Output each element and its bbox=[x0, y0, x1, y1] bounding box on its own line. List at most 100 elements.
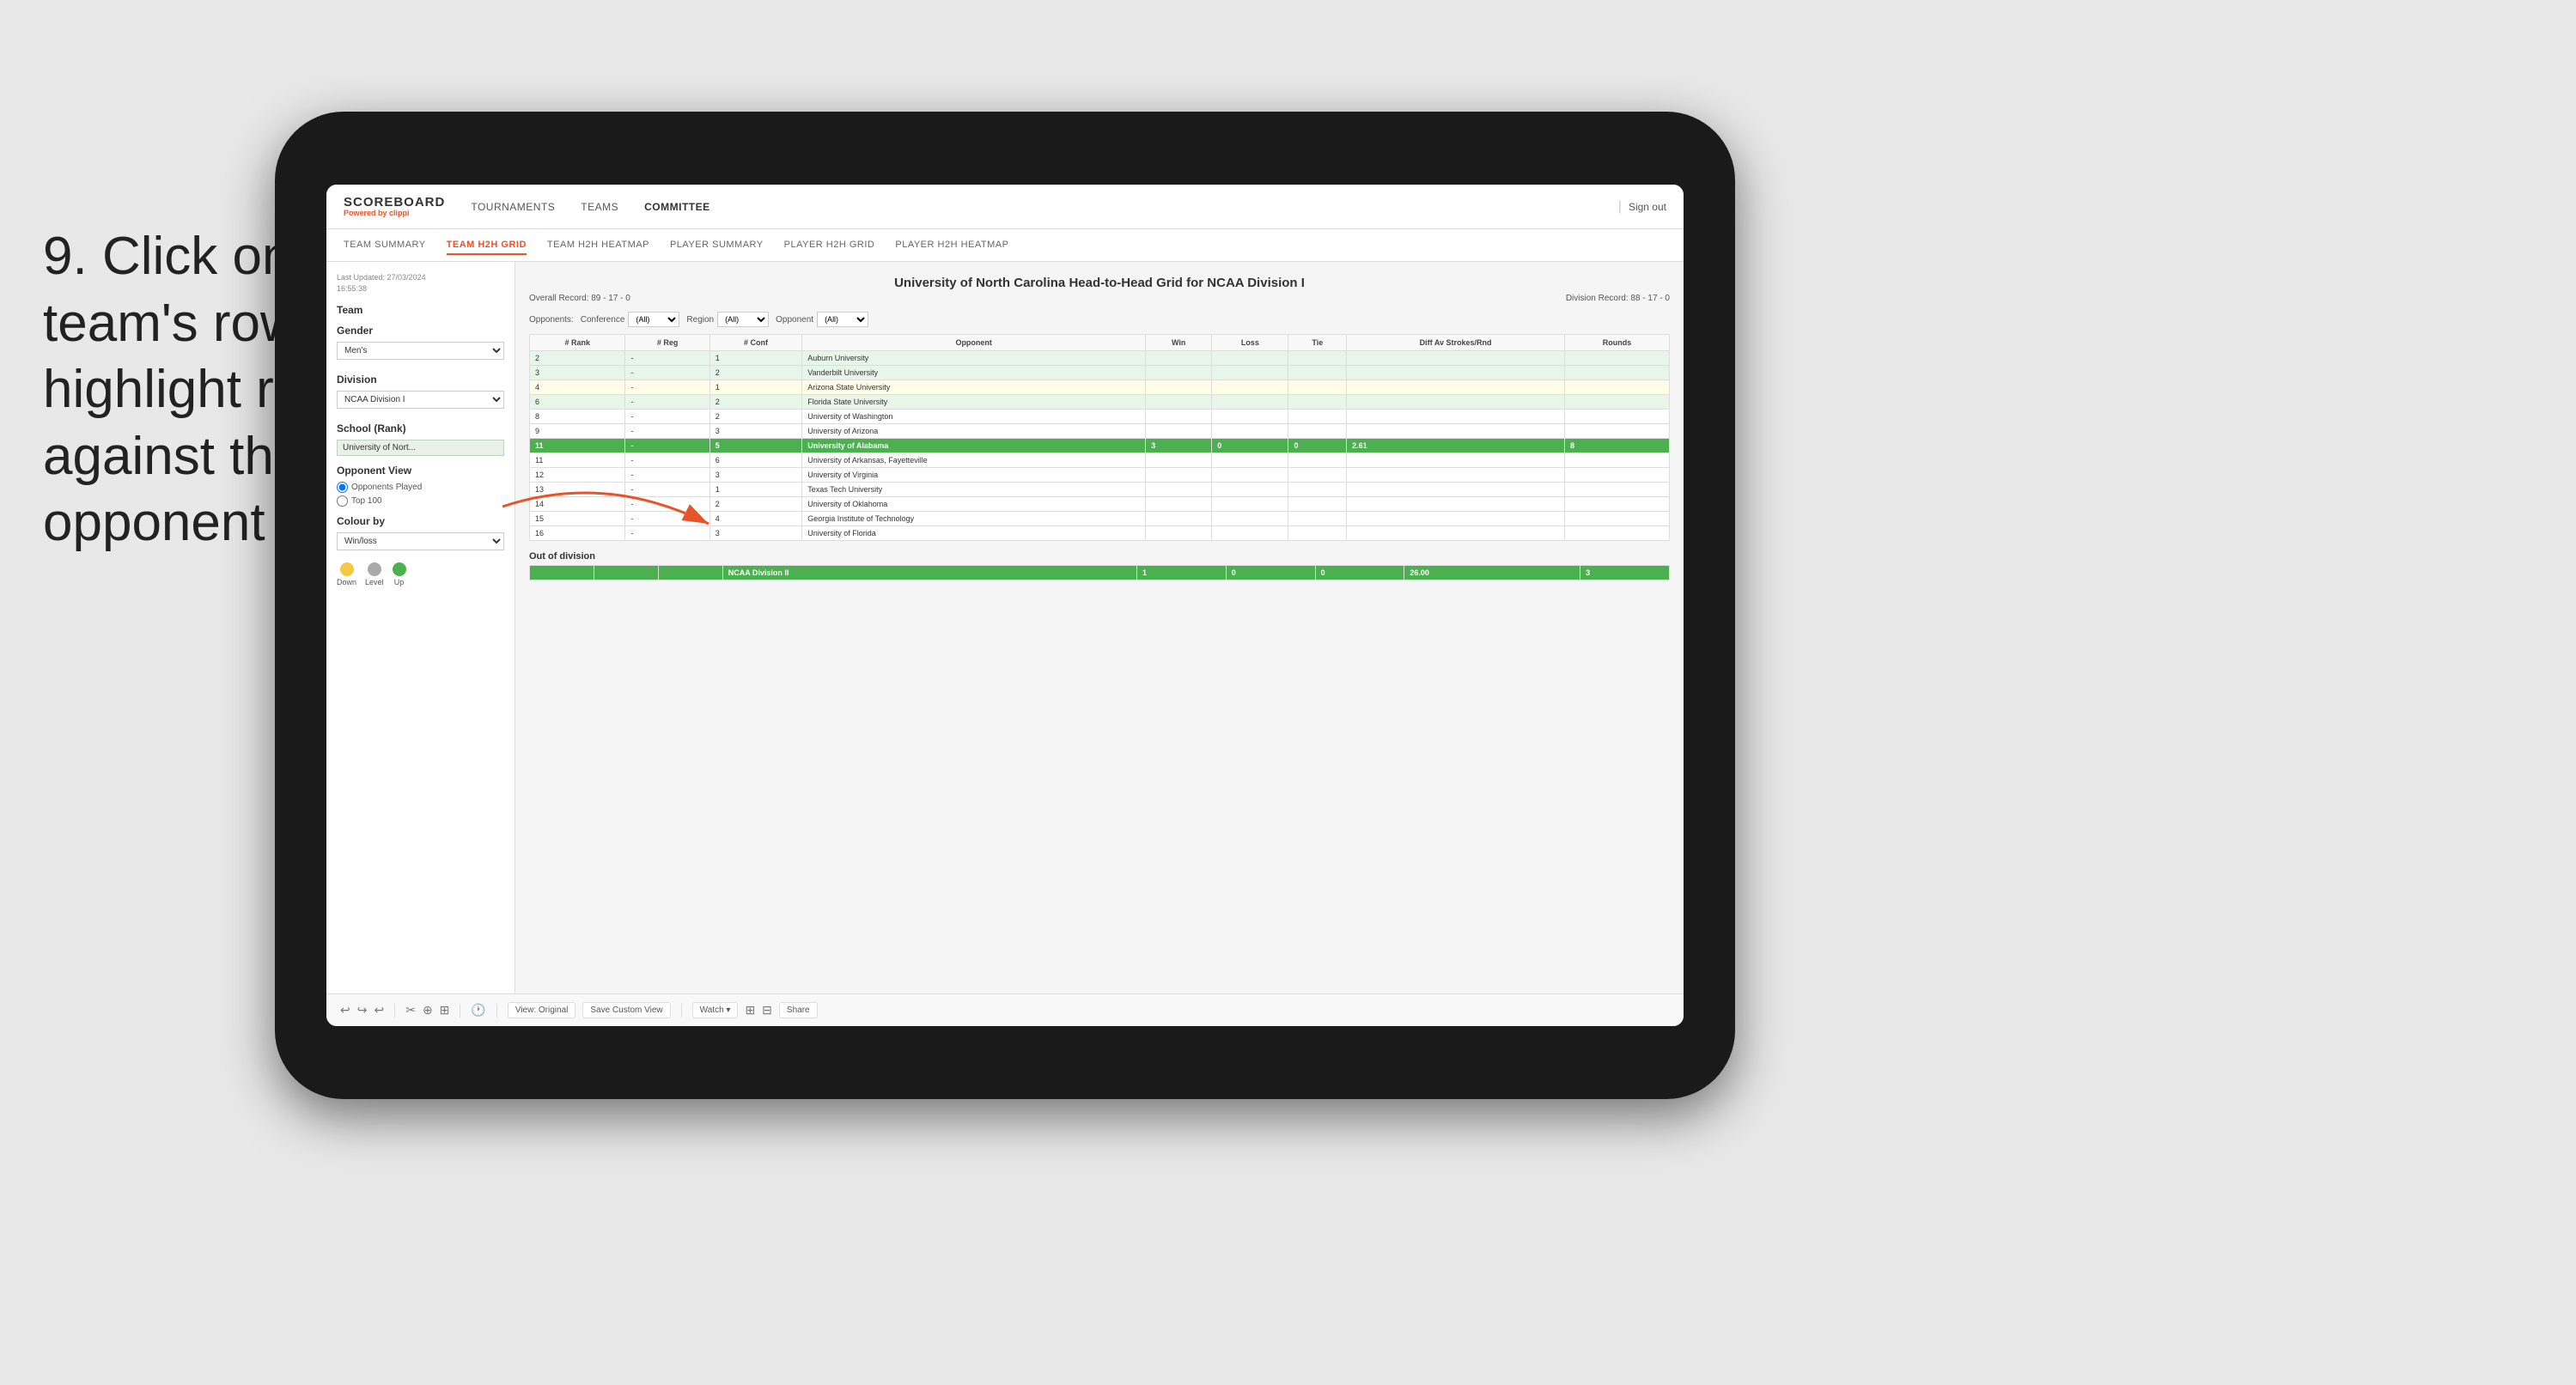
table-cell bbox=[1212, 380, 1288, 395]
sub-nav-team-summary[interactable]: TEAM SUMMARY bbox=[344, 236, 426, 255]
opponent-select[interactable]: (All) bbox=[817, 312, 868, 327]
table-cell bbox=[1288, 453, 1347, 468]
table-row[interactable]: 11-5University of Alabama3002.618 bbox=[530, 439, 1670, 453]
division-label: Division bbox=[337, 374, 504, 386]
save-custom-button[interactable]: Save Custom View bbox=[582, 1002, 670, 1018]
out-div-reg bbox=[594, 566, 658, 580]
table-cell bbox=[1146, 410, 1212, 424]
opponents-played-radio[interactable]: Opponents Played bbox=[337, 482, 504, 493]
table-cell: 15 bbox=[530, 512, 625, 526]
table-cell bbox=[1565, 410, 1670, 424]
table-cell bbox=[1146, 468, 1212, 483]
opponents-played-radio-input[interactable] bbox=[337, 482, 348, 493]
table-cell bbox=[1212, 410, 1288, 424]
sub-nav-team-h2h-grid[interactable]: TEAM H2H GRID bbox=[447, 236, 527, 255]
sub-nav-player-h2h-heatmap[interactable]: PLAYER H2H HEATMAP bbox=[895, 236, 1008, 255]
colour-by-select[interactable]: Win/loss bbox=[337, 532, 504, 550]
conference-select[interactable]: (All) bbox=[628, 312, 679, 327]
division-select[interactable]: NCAA Division I bbox=[337, 391, 504, 409]
paste-icon[interactable]: ⊞ bbox=[440, 1003, 450, 1017]
right-panel: University of North Carolina Head-to-Hea… bbox=[515, 262, 1684, 993]
table-row[interactable]: 14-2University of Oklahoma bbox=[530, 497, 1670, 512]
table-row[interactable]: 13-1Texas Tech University bbox=[530, 483, 1670, 497]
nav-committee[interactable]: COMMITTEE bbox=[644, 201, 710, 213]
opponents-filter-label: Opponents: bbox=[529, 315, 574, 325]
table-cell: 14 bbox=[530, 497, 625, 512]
table-cell bbox=[1347, 410, 1565, 424]
table-cell: 13 bbox=[530, 483, 625, 497]
table-cell bbox=[1288, 497, 1347, 512]
school-rank-box[interactable]: University of Nort... bbox=[337, 440, 504, 456]
table-row[interactable]: 12-3University of Virginia bbox=[530, 468, 1670, 483]
table-cell bbox=[1146, 526, 1212, 541]
cut-icon[interactable]: ✂ bbox=[405, 1003, 416, 1017]
table-cell bbox=[1347, 512, 1565, 526]
sub-navigation: TEAM SUMMARY TEAM H2H GRID TEAM H2H HEAT… bbox=[326, 229, 1684, 262]
out-of-division-row[interactable]: NCAA Division II 1 0 0 26.00 3 bbox=[530, 566, 1670, 580]
table-cell bbox=[1146, 453, 1212, 468]
table-cell: 8 bbox=[1565, 439, 1670, 453]
copy-icon[interactable]: ⊕ bbox=[423, 1003, 433, 1017]
legend-level: Level bbox=[365, 562, 384, 586]
table-row[interactable]: 9-3University of Arizona bbox=[530, 424, 1670, 439]
out-div-tie: 0 bbox=[1315, 566, 1404, 580]
table-cell bbox=[1212, 395, 1288, 410]
table-row[interactable]: 15-4Georgia Institute of Technology bbox=[530, 512, 1670, 526]
colour-by-section: Colour by Win/loss bbox=[337, 515, 504, 556]
scoreboard-logo: SCOREBOARD Powered by clippi bbox=[344, 196, 445, 218]
table-cell: 16 bbox=[530, 526, 625, 541]
col-diff: Diff Av Strokes/Rnd bbox=[1347, 335, 1565, 351]
table-cell bbox=[1288, 512, 1347, 526]
top100-radio[interactable]: Top 100 bbox=[337, 495, 504, 507]
nav-tournaments[interactable]: TOURNAMENTS bbox=[471, 201, 555, 213]
col-rounds: Rounds bbox=[1565, 335, 1670, 351]
table-cell: 6 bbox=[709, 453, 801, 468]
table-row[interactable]: 11-6University of Arkansas, Fayetteville bbox=[530, 453, 1670, 468]
table-cell: 9 bbox=[530, 424, 625, 439]
table-cell bbox=[1212, 366, 1288, 380]
table-cell: 2 bbox=[530, 351, 625, 366]
table-cell: University of Alabama bbox=[802, 439, 1146, 453]
table-cell: 11 bbox=[530, 453, 625, 468]
table-row[interactable]: 16-3University of Florida bbox=[530, 526, 1670, 541]
share-button[interactable]: Share bbox=[779, 1002, 818, 1018]
sub-nav-player-h2h-grid[interactable]: PLAYER H2H GRID bbox=[784, 236, 875, 255]
table-row[interactable]: 6-2Florida State University bbox=[530, 395, 1670, 410]
region-select[interactable]: (All) bbox=[717, 312, 769, 327]
redo-icon[interactable]: ↪ bbox=[357, 1003, 368, 1017]
opponent-filter: Opponent (All) bbox=[776, 312, 868, 327]
table-cell bbox=[1347, 483, 1565, 497]
main-content: Last Updated: 27/03/2024 16:55:38 Team G… bbox=[326, 262, 1684, 993]
sign-out-button[interactable]: Sign out bbox=[1629, 201, 1666, 213]
table-cell: 2.61 bbox=[1347, 439, 1565, 453]
gender-select[interactable]: Men's bbox=[337, 342, 504, 360]
clock-icon[interactable]: 🕐 bbox=[471, 1003, 485, 1017]
nav-teams[interactable]: TEAMS bbox=[581, 201, 618, 213]
division-record: Division Record: 88 - 17 - 0 bbox=[1566, 294, 1670, 303]
undo-icon[interactable]: ↩ bbox=[340, 1003, 350, 1017]
watch-button[interactable]: Watch ▾ bbox=[692, 1002, 739, 1018]
top100-radio-input[interactable] bbox=[337, 495, 348, 507]
out-div-conf bbox=[658, 566, 722, 580]
toolbar-icon-2[interactable]: ⊟ bbox=[762, 1003, 772, 1017]
legend-level-label: Level bbox=[365, 578, 384, 586]
view-original-button[interactable]: View: Original bbox=[508, 1002, 576, 1018]
out-div-diff: 26.00 bbox=[1404, 566, 1580, 580]
table-cell: 4 bbox=[530, 380, 625, 395]
back-icon[interactable]: ↩ bbox=[374, 1003, 384, 1017]
table-cell: 3 bbox=[709, 526, 801, 541]
logo-brand: clippi bbox=[389, 209, 410, 217]
table-cell bbox=[1288, 526, 1347, 541]
table-cell: 1 bbox=[709, 380, 801, 395]
table-cell: 6 bbox=[530, 395, 625, 410]
table-cell bbox=[1347, 497, 1565, 512]
grid-title: University of North Carolina Head-to-Hea… bbox=[529, 276, 1670, 290]
table-row[interactable]: 3-2Vanderbilt University bbox=[530, 366, 1670, 380]
toolbar-icon-1[interactable]: ⊞ bbox=[745, 1003, 755, 1017]
sub-nav-team-h2h-heatmap[interactable]: TEAM H2H HEATMAP bbox=[547, 236, 649, 255]
table-row[interactable]: 2-1Auburn University bbox=[530, 351, 1670, 366]
table-row[interactable]: 8-2University of Washington bbox=[530, 410, 1670, 424]
table-row[interactable]: 4-1Arizona State University bbox=[530, 380, 1670, 395]
table-cell bbox=[1565, 380, 1670, 395]
sub-nav-player-summary[interactable]: PLAYER SUMMARY bbox=[670, 236, 764, 255]
